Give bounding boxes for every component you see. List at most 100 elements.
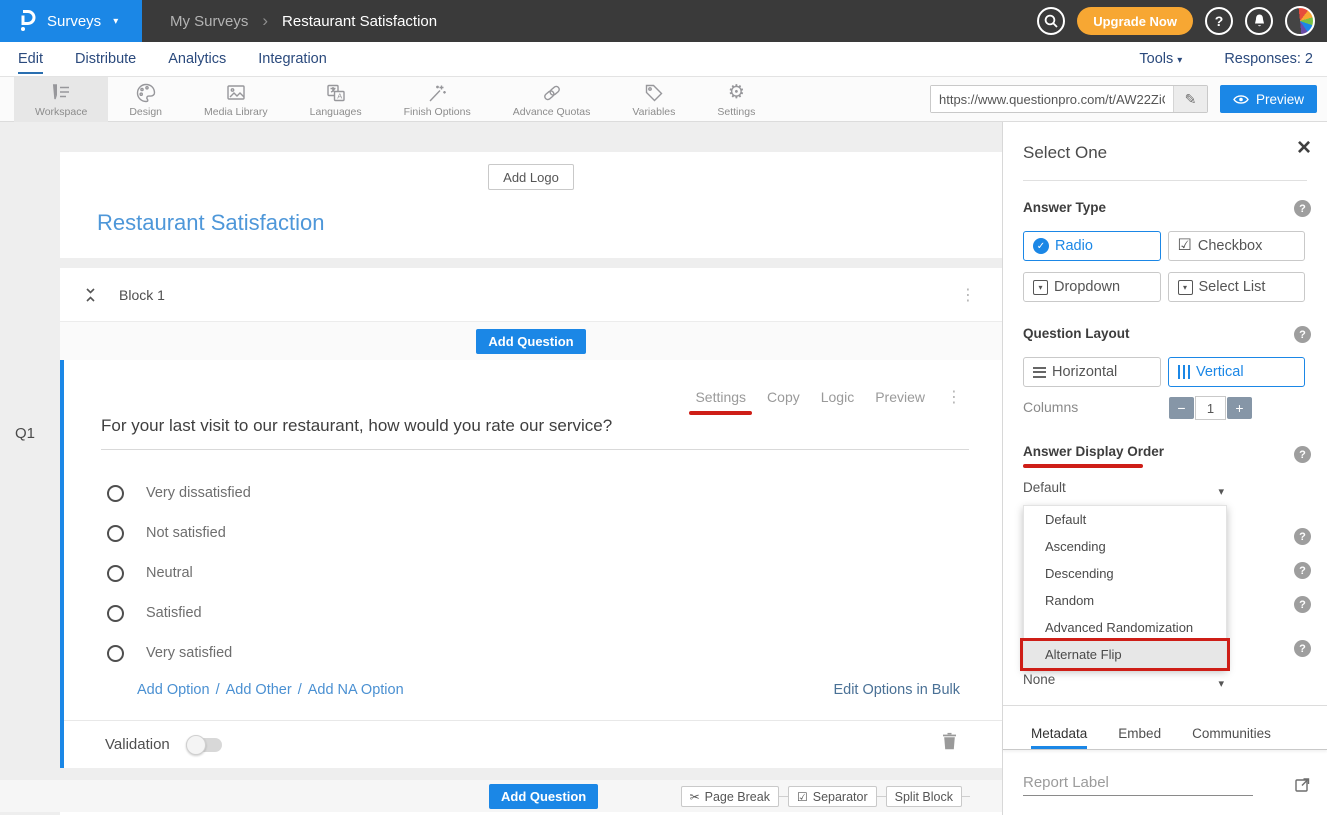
answer-display-order-select[interactable]: Default ▾ bbox=[1023, 480, 1228, 504]
question-tab-settings[interactable]: Settings bbox=[695, 389, 746, 405]
question-tab-preview[interactable]: Preview bbox=[875, 389, 925, 405]
add-question-button-bottom[interactable]: Add Question bbox=[489, 784, 598, 809]
toolbar-item-advance-quotas[interactable]: Advance Quotas bbox=[492, 77, 612, 122]
tools-menu[interactable]: Tools ▾ bbox=[1139, 51, 1182, 67]
avatar[interactable] bbox=[1285, 6, 1315, 36]
upgrade-now-button[interactable]: Upgrade Now bbox=[1077, 7, 1193, 35]
menu-item-advanced-randomization[interactable]: Advanced Randomization bbox=[1024, 614, 1226, 641]
add-na-option-link[interactable]: Add NA Option bbox=[308, 682, 404, 698]
answer-option-row: Neutral bbox=[107, 553, 251, 593]
columns-value-input[interactable] bbox=[1195, 396, 1226, 420]
edit-options-in-bulk-link[interactable]: Edit Options in Bulk bbox=[833, 682, 960, 698]
validation-toggle[interactable] bbox=[186, 738, 222, 752]
columns-decrement-button[interactable]: − bbox=[1169, 397, 1194, 419]
chevron-down-icon: ▾ bbox=[1218, 677, 1224, 690]
tab-integration[interactable]: Integration bbox=[258, 44, 327, 74]
question-menu-icon[interactable]: ⋮ bbox=[946, 387, 962, 407]
tab-distribute[interactable]: Distribute bbox=[75, 44, 136, 74]
block-card: Block 1 ⋮ Add Question bbox=[60, 268, 1002, 360]
layout-vertical[interactable]: Vertical bbox=[1168, 357, 1306, 387]
block-title[interactable]: Block 1 bbox=[119, 287, 165, 303]
collapse-block-icon[interactable] bbox=[84, 288, 97, 302]
page-break-button[interactable]: ✂ Page Break bbox=[681, 786, 779, 807]
help-icon[interactable]: ? bbox=[1294, 596, 1311, 613]
product-menu[interactable]: Surveys ▾ bbox=[0, 0, 142, 42]
radio-button-icon[interactable] bbox=[107, 525, 124, 542]
report-label-input[interactable] bbox=[1023, 770, 1253, 796]
help-icon[interactable]: ? bbox=[1294, 200, 1311, 217]
survey-title[interactable]: Restaurant Satisfaction bbox=[97, 210, 324, 236]
question-tab-copy[interactable]: Copy bbox=[767, 389, 800, 405]
panel-title: Select One bbox=[1023, 143, 1107, 163]
tab-analytics[interactable]: Analytics bbox=[168, 44, 226, 74]
chevron-down-icon: ▾ bbox=[113, 16, 118, 27]
expand-icon[interactable] bbox=[1294, 776, 1311, 798]
help-icon[interactable]: ? bbox=[1294, 640, 1311, 657]
answer-type-checkbox[interactable]: ☑ Checkbox bbox=[1168, 231, 1306, 261]
search-button[interactable] bbox=[1037, 7, 1065, 35]
radio-button-icon[interactable] bbox=[107, 645, 124, 662]
nav-right: Tools ▾ Responses: 2 bbox=[1139, 51, 1327, 67]
radio-button-icon[interactable] bbox=[107, 565, 124, 582]
top-actions: Upgrade Now ? bbox=[1037, 6, 1327, 36]
radio-button-icon[interactable] bbox=[107, 605, 124, 622]
annotation-underline-display-order bbox=[1023, 464, 1143, 468]
columns-increment-button[interactable]: + bbox=[1227, 397, 1252, 419]
toolbar-item-languages[interactable]: A Languages bbox=[289, 77, 383, 122]
add-logo-button[interactable]: Add Logo bbox=[488, 164, 574, 190]
breadcrumb-my-surveys[interactable]: My Surveys bbox=[170, 13, 248, 30]
add-option-link[interactable]: Add Option bbox=[137, 682, 210, 698]
answer-type-select-list[interactable]: ▾ Select List bbox=[1168, 272, 1306, 302]
responses-count[interactable]: Responses: 2 bbox=[1224, 51, 1313, 67]
help-icon[interactable]: ? bbox=[1294, 562, 1311, 579]
dropdown-box-icon: ▾ bbox=[1033, 280, 1048, 295]
help-icon[interactable]: ? bbox=[1294, 326, 1311, 343]
toolbar-item-design[interactable]: Design bbox=[108, 77, 183, 122]
panel-tab-communities[interactable]: Communities bbox=[1192, 719, 1271, 749]
question-text[interactable]: For your last visit to our restaurant, h… bbox=[101, 416, 969, 450]
separator-button[interactable]: ☑ Separator bbox=[788, 786, 877, 807]
close-icon[interactable]: × bbox=[1297, 136, 1311, 160]
answer-option-row: Not satisfied bbox=[107, 513, 251, 553]
toolbar-item-finish-options[interactable]: Finish Options bbox=[383, 77, 492, 122]
report-label-row bbox=[1023, 770, 1313, 800]
split-block-button[interactable]: Split Block bbox=[886, 786, 962, 807]
tab-edit[interactable]: Edit bbox=[18, 44, 43, 74]
menu-item-default[interactable]: Default bbox=[1024, 506, 1226, 533]
survey-url-input[interactable] bbox=[931, 86, 1173, 112]
layout-horizontal[interactable]: Horizontal bbox=[1023, 357, 1161, 387]
block-menu-icon[interactable]: ⋮ bbox=[960, 285, 976, 305]
answer-type-row-2: ▾ Dropdown ▾ Select List bbox=[1023, 272, 1305, 302]
question-tab-logic[interactable]: Logic bbox=[821, 389, 854, 405]
delete-question-icon[interactable] bbox=[942, 732, 957, 755]
toolbar-item-settings[interactable]: ⚙ Settings bbox=[696, 77, 776, 122]
option-label[interactable]: Neutral bbox=[146, 565, 193, 581]
option-label[interactable]: Not satisfied bbox=[146, 525, 226, 541]
notifications-button[interactable] bbox=[1245, 7, 1273, 35]
menu-item-descending[interactable]: Descending bbox=[1024, 560, 1226, 587]
option-label[interactable]: Satisfied bbox=[146, 605, 202, 621]
edit-url-button[interactable]: ✎ bbox=[1173, 86, 1207, 112]
answer-type-dropdown[interactable]: ▾ Dropdown bbox=[1023, 272, 1161, 302]
preview-button[interactable]: Preview bbox=[1220, 85, 1317, 113]
help-icon[interactable]: ? bbox=[1294, 446, 1311, 463]
toolbar-item-workspace[interactable]: Workspace bbox=[14, 77, 108, 122]
help-icon[interactable]: ? bbox=[1294, 528, 1311, 545]
add-question-button-top[interactable]: Add Question bbox=[476, 329, 585, 354]
option-label[interactable]: Very satisfied bbox=[146, 645, 232, 661]
menu-item-ascending[interactable]: Ascending bbox=[1024, 533, 1226, 560]
answer-options-list: Very dissatisfied Not satisfied Neutral … bbox=[107, 473, 251, 673]
panel-tab-metadata[interactable]: Metadata bbox=[1031, 719, 1087, 749]
survey-header-card: Add Logo Restaurant Satisfaction bbox=[60, 152, 1002, 258]
help-button[interactable]: ? bbox=[1205, 7, 1233, 35]
add-other-link[interactable]: Add Other bbox=[226, 682, 292, 698]
toolbar-item-variables[interactable]: Variables bbox=[611, 77, 696, 122]
answer-type-radio[interactable]: ✓ Radio bbox=[1023, 231, 1161, 261]
option-label[interactable]: Very dissatisfied bbox=[146, 485, 251, 501]
panel-tab-embed[interactable]: Embed bbox=[1118, 719, 1161, 749]
menu-item-alternate-flip[interactable]: Alternate Flip bbox=[1024, 641, 1226, 668]
menu-item-random[interactable]: Random bbox=[1024, 587, 1226, 614]
radio-button-icon[interactable] bbox=[107, 485, 124, 502]
none-select[interactable]: None ▾ bbox=[1023, 672, 1228, 696]
toolbar-item-media-library[interactable]: Media Library bbox=[183, 77, 289, 122]
